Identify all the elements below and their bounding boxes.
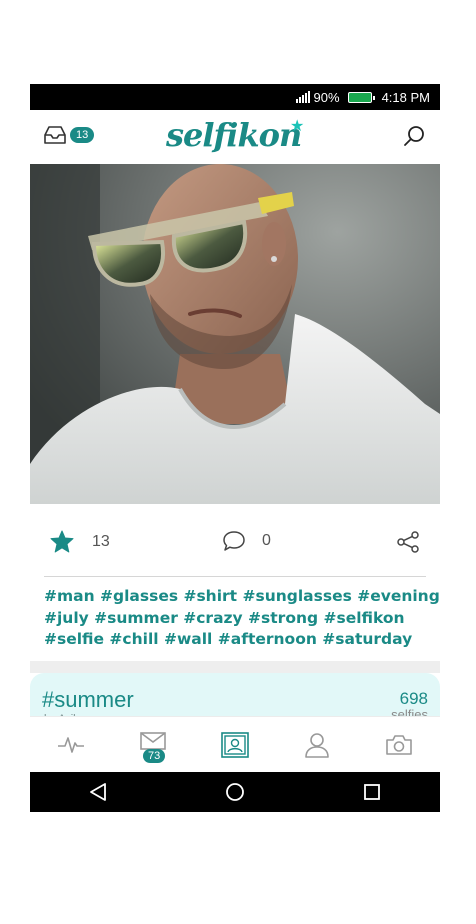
messages-badge: 73	[143, 749, 166, 763]
post-photo[interactable]	[30, 164, 440, 504]
status-bar: 90% 4:18 PM	[30, 84, 440, 110]
recents-button[interactable]	[352, 777, 392, 807]
system-navigation-bar	[30, 772, 440, 812]
section-separator	[30, 661, 440, 673]
nav-user[interactable]	[276, 717, 358, 772]
app-logo: selfikon	[166, 116, 302, 154]
activity-icon	[58, 736, 84, 753]
search-icon	[404, 126, 424, 146]
hashtag-line[interactable]: #july #summer #crazy #strong #selfikon	[44, 608, 434, 630]
back-icon	[90, 783, 107, 801]
hashtag-line[interactable]: #selfie #chill #wall #afternoon #saturda…	[44, 629, 434, 651]
mail-icon	[140, 731, 166, 750]
phone-screen: 90% 4:18 PM 13 selfikon ★ 13 0 #man #gla…	[30, 84, 440, 812]
selfie-image	[30, 164, 440, 504]
recents-icon	[363, 784, 380, 800]
comment-icon	[223, 531, 245, 551]
like-button[interactable]: 13	[50, 530, 110, 553]
hashtag-list: #man #glasses #shirt #sunglasses #evenin…	[44, 586, 440, 651]
back-button[interactable]	[78, 777, 118, 807]
search-button[interactable]	[402, 124, 426, 153]
nav-activity[interactable]	[30, 717, 112, 772]
collection-count: 698	[399, 689, 428, 708]
post-actions: 13 0	[30, 504, 440, 576]
person-icon	[305, 732, 329, 758]
inbox-button[interactable]: 13	[44, 126, 95, 144]
like-count: 13	[92, 532, 110, 550]
battery-icon	[347, 91, 375, 103]
hashtag-line[interactable]: #man #glasses #shirt #sunglasses #evenin…	[44, 586, 440, 608]
inbox-count-badge: 13	[70, 127, 95, 143]
battery-percent: 90%	[313, 89, 340, 105]
home-icon	[226, 783, 244, 801]
divider	[44, 576, 426, 577]
collection-title: #summer	[42, 687, 134, 712]
comment-button[interactable]: 0	[222, 530, 271, 552]
logo-star-icon: ★	[290, 118, 305, 135]
camera-icon	[386, 734, 412, 755]
app-header: 13 selfikon ★	[30, 110, 440, 164]
profile-card-icon	[221, 731, 249, 758]
share-icon	[397, 531, 419, 553]
comment-count: 0	[262, 532, 271, 549]
nav-profile-card[interactable]	[194, 717, 276, 772]
home-button[interactable]	[215, 777, 255, 807]
bottom-navigation: 73	[30, 716, 440, 772]
signal-icon	[295, 91, 310, 103]
clock: 4:18 PM	[381, 89, 430, 105]
share-button[interactable]	[396, 530, 420, 559]
nav-messages[interactable]: 73	[112, 717, 194, 772]
nav-camera[interactable]	[358, 717, 440, 772]
star-icon	[50, 530, 74, 553]
inbox-icon	[44, 126, 66, 144]
